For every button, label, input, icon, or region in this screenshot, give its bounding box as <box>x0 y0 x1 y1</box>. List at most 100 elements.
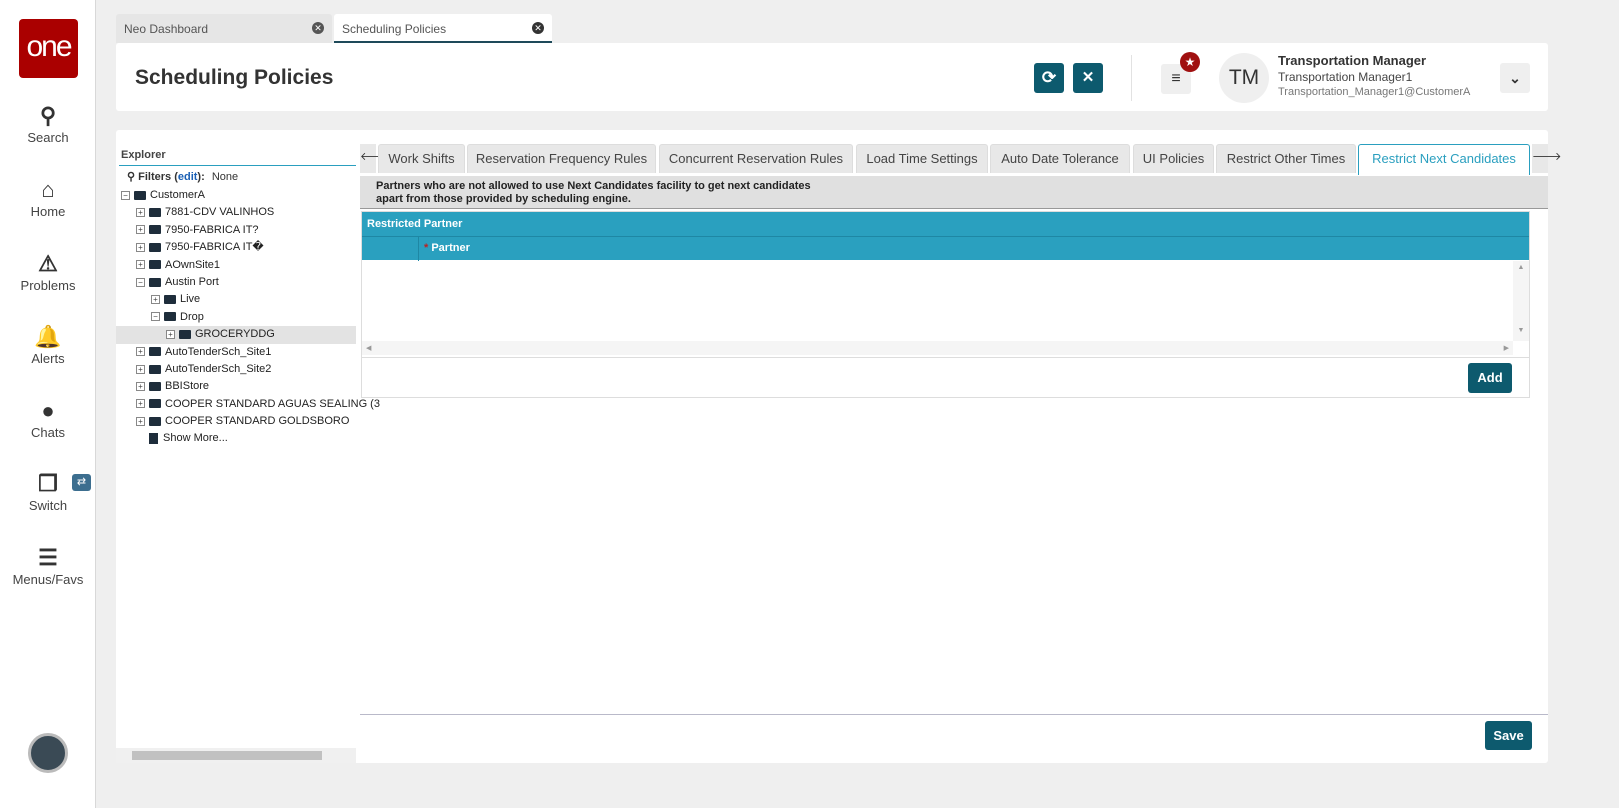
divider <box>360 714 1548 715</box>
save-button[interactable]: Save <box>1485 721 1532 750</box>
expand-icon[interactable]: + <box>136 242 145 252</box>
vertical-scrollbar[interactable]: ▲ ▼ <box>1513 261 1529 341</box>
tree-node[interactable]: + AutoTenderSch_Site2 <box>116 361 356 378</box>
refresh-button[interactable]: ⟳ <box>1034 63 1064 93</box>
expand-icon[interactable]: + <box>136 399 145 409</box>
horizontal-scrollbar[interactable] <box>116 748 356 763</box>
folder-icon <box>164 294 176 304</box>
menu-icon: ☰ <box>38 545 58 570</box>
search-icon: ⚲ <box>127 171 136 183</box>
arrow-right-icon: 🡒 <box>1532 151 1562 163</box>
tree-node[interactable]: + COOPER STANDARD AGUAS SEALING (3 <box>116 396 380 413</box>
tree-node-label: 7881-CDV VALINHOS <box>165 206 275 219</box>
folder-icon <box>149 277 161 287</box>
filters-value: None <box>211 171 239 183</box>
tree-node[interactable]: − CustomerA <box>116 187 356 204</box>
required-mark: * <box>424 242 429 254</box>
tree-node-label: Drop <box>180 310 204 323</box>
tree-node-label: CustomerA <box>150 189 206 201</box>
folder-icon <box>149 416 161 426</box>
expand-icon[interactable]: + <box>151 294 160 304</box>
filters-edit-link[interactable]: edit <box>178 171 198 183</box>
column-header-partner[interactable]: * Partner <box>424 242 470 254</box>
doc-tab-scheduling-policies[interactable]: Scheduling Policies ✕ <box>334 14 552 43</box>
tree-node[interactable]: + BBIStore <box>116 378 356 395</box>
expand-icon[interactable]: + <box>136 381 145 391</box>
sidebar-item-menus[interactable]: ☰ Menus/Favs <box>0 544 96 587</box>
expand-icon[interactable]: + <box>136 207 145 217</box>
tree-node-label: COOPER STANDARD GOLDSBORO <box>165 415 350 428</box>
chevron-down-icon: ⌄ <box>1509 70 1521 86</box>
tree-node[interactable]: + Live <box>116 291 356 308</box>
folder-icon <box>149 364 161 374</box>
tree-node-label: Live <box>180 293 201 306</box>
assistant-avatar[interactable] <box>28 733 68 773</box>
tab-reservation-frequency-rules[interactable]: Reservation Frequency Rules <box>467 144 656 173</box>
folder-icon <box>149 260 161 270</box>
expand-icon[interactable]: + <box>136 416 145 426</box>
close-tab-icon[interactable]: ✕ <box>312 22 324 34</box>
expand-icon[interactable]: + <box>166 329 175 339</box>
tree-node[interactable]: + COOPER STANDARD GOLDSBORO <box>116 413 356 430</box>
close-tab-icon[interactable]: ✕ <box>532 22 544 34</box>
expand-icon[interactable]: + <box>136 347 145 357</box>
grid-title: Restricted Partner <box>362 212 1529 236</box>
collapse-icon[interactable]: − <box>136 277 145 287</box>
tab-ui-policies[interactable]: UI Policies <box>1133 144 1214 173</box>
tree-node[interactable]: +7950-FABRICA IT� <box>116 239 356 256</box>
add-button[interactable]: Add <box>1468 363 1512 393</box>
tree-node[interactable]: + AOwnSite1 <box>116 257 356 274</box>
filters-label-end: ): <box>197 171 205 183</box>
user-menu-toggle[interactable]: ⌄ <box>1500 63 1530 93</box>
tab-concurrent-reservation-rules[interactable]: Concurrent Reservation Rules <box>659 144 853 173</box>
one-logo[interactable]: one <box>19 19 78 78</box>
folder-icon <box>149 242 161 252</box>
tree-node-label: AOwnSite1 <box>165 258 221 271</box>
tree-node[interactable]: + GROCERYDDG <box>116 326 356 344</box>
tree-node[interactable]: − Drop <box>116 309 356 326</box>
avatar[interactable]: TM <box>1219 53 1269 103</box>
collapse-icon[interactable]: − <box>151 312 160 322</box>
tree-node[interactable]: + AutoTenderSch_Site1 <box>116 344 356 361</box>
divider <box>362 357 1529 358</box>
chat-icon: ● <box>41 398 55 423</box>
explorer-tree: − CustomerA +7881-CDV VALINHOS +7950-FABRIC… <box>116 187 380 448</box>
folder-icon <box>149 347 161 357</box>
sidebar-item-chats[interactable]: ● Chats <box>0 397 96 440</box>
explorer-title: Explorer <box>121 149 166 161</box>
tree-node-label: 7950-FABRICA IT? <box>165 223 259 236</box>
show-more-link[interactable]: Show More... <box>116 430 356 447</box>
tree-node-label: BBIStore <box>165 380 210 393</box>
tree-node-label: Austin Port <box>165 275 219 288</box>
scrollbar-thumb[interactable] <box>132 751 322 760</box>
tabs-scroll-left[interactable]: 🡐 <box>360 144 390 173</box>
horizontal-scrollbar[interactable]: ◀ ▶ <box>362 341 1513 355</box>
page-title: Scheduling Policies <box>135 66 334 89</box>
expand-icon[interactable]: + <box>136 225 145 235</box>
close-button[interactable]: ✕ <box>1073 63 1103 93</box>
tab-auto-date-tolerance[interactable]: Auto Date Tolerance <box>990 144 1130 173</box>
sidebar-label: Switch <box>28 498 68 513</box>
sidebar-item-problems[interactable]: ⚠ Problems <box>0 250 96 293</box>
doc-tab-neo-dashboard[interactable]: Neo Dashboard ✕ <box>116 14 332 43</box>
sidebar-label: Alerts <box>31 351 65 366</box>
tree-node[interactable]: − Austin Port <box>116 274 356 291</box>
tree-node[interactable]: +7881-CDV VALINHOS <box>116 204 356 221</box>
tab-load-time-settings[interactable]: Load Time Settings <box>856 144 988 173</box>
sidebar-item-alerts[interactable]: 🔔 Alerts <box>0 323 96 366</box>
sidebar-item-search[interactable]: ⚲ Search <box>0 102 96 145</box>
tree-node[interactable]: +7950-FABRICA IT? <box>116 222 356 239</box>
tab-restrict-next-candidates[interactable]: Restrict Next Candidates <box>1358 144 1530 175</box>
sidebar-item-home[interactable]: ⌂ Home <box>0 176 96 219</box>
list-icon: ≡ <box>1171 70 1181 87</box>
tab-work-shifts[interactable]: Work Shifts <box>378 144 465 173</box>
sidebar-label: Search <box>27 130 69 145</box>
user-role: Transportation Manager <box>1278 53 1427 68</box>
divider <box>119 165 356 166</box>
page-header: Scheduling Policies ⟳ ✕ ≡ ★ TM Transport… <box>116 43 1548 111</box>
collapse-icon[interactable]: − <box>121 190 130 200</box>
expand-icon[interactable]: + <box>136 260 145 270</box>
expand-icon[interactable]: + <box>136 364 145 374</box>
tabs-scroll-right[interactable]: 🡒 <box>1532 144 1562 173</box>
tab-restrict-other-times[interactable]: Restrict Other Times <box>1216 144 1356 173</box>
